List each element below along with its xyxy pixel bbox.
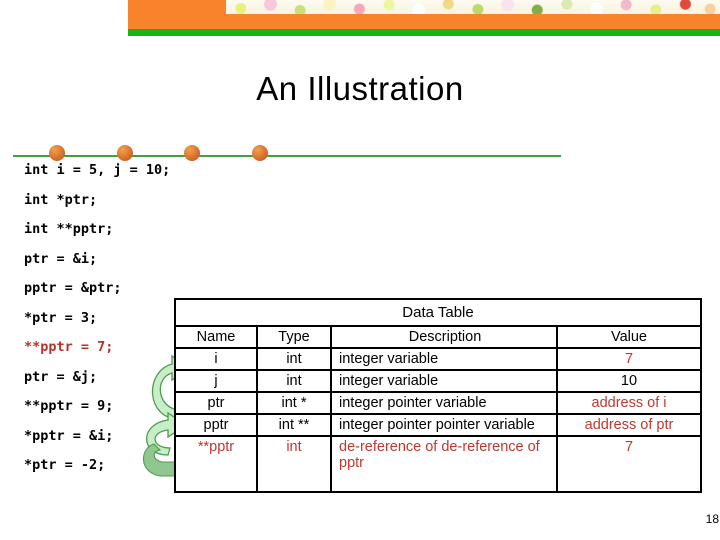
cell-value: address of i [556, 391, 702, 415]
table-row: j int integer variable 10 [174, 369, 702, 393]
rule-dot-icon [49, 145, 65, 161]
cell-name: pptr [174, 413, 258, 437]
column-header-type: Type [256, 325, 332, 349]
cell-value: 7 [556, 435, 702, 493]
code-line: *ptr = 3; [24, 309, 98, 326]
cell-description: integer variable [330, 347, 558, 371]
rule-dot-icon [252, 145, 268, 161]
rule-dot-icon [184, 145, 200, 161]
cell-name: ptr [174, 391, 258, 415]
page-number: 18 [705, 512, 719, 526]
code-line: int i = 5, j = 10; [24, 162, 171, 178]
banner-green-bar [128, 29, 720, 36]
table-row: i int integer variable 7 [174, 347, 702, 371]
slide-banner [128, 0, 720, 36]
code-line: int **pptr; [24, 221, 114, 237]
code-line: pptr = &ptr; [24, 280, 122, 296]
rule-line [13, 155, 561, 157]
cell-type: int * [256, 391, 332, 415]
cell-name: i [174, 347, 258, 371]
table-row: ptr int * integer pointer variable address … [174, 391, 702, 415]
cell-description: de-reference of de-reference of pptr [330, 435, 558, 493]
table-row: pptr int ** integer pointer pointer variab… [174, 413, 702, 437]
cell-description: integer pointer pointer variable [330, 413, 558, 437]
cell-value: address of ptr [556, 413, 702, 437]
table-body: i int integer variable 7 j int integer variabl… [174, 347, 702, 493]
cell-value: 7 [556, 347, 702, 371]
table-caption-row: Data Table [174, 298, 702, 327]
table-caption: Data Table [174, 298, 702, 327]
cell-value: 10 [556, 369, 702, 393]
code-line: int *ptr; [24, 191, 98, 208]
rule-dot-icon [117, 145, 133, 161]
data-table: Data Table Name Type Description Value i… [174, 298, 702, 493]
code-line: ptr = &i; [24, 250, 98, 267]
cell-type: int [256, 435, 332, 493]
table-row: **pptr int de-reference of de-reference of… [174, 435, 702, 493]
cell-type: int [256, 369, 332, 393]
cell-name: **pptr [174, 435, 258, 493]
cell-type: int [256, 347, 332, 371]
table-header-row: Name Type Description Value [174, 325, 702, 349]
cell-description: integer variable [330, 369, 558, 393]
floral-photo-strip-icon [226, 0, 720, 14]
cell-name: j [174, 369, 258, 393]
data-table-container: Data Table Name Type Description Value i… [174, 298, 702, 493]
column-header-value: Value [556, 325, 702, 349]
cell-description: integer pointer variable [330, 391, 558, 415]
page-title: An Illustration [256, 70, 464, 107]
cell-type: int ** [256, 413, 332, 437]
column-header-description: Description [330, 325, 558, 349]
column-header-name: Name [174, 325, 258, 349]
